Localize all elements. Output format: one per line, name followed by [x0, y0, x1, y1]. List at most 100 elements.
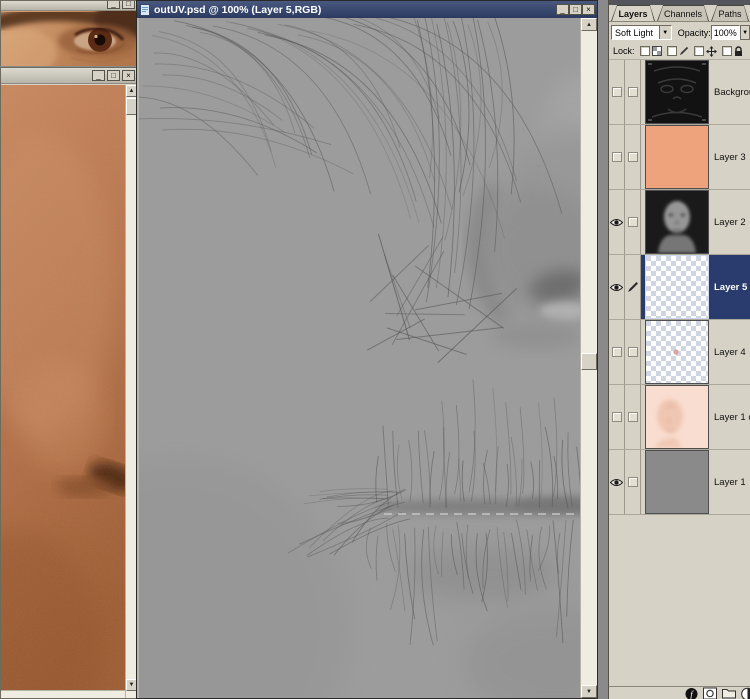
layer-style-button[interactable]: f [685, 687, 698, 699]
lock-position-checkbox[interactable] [694, 46, 704, 56]
new-adjustment-layer-button[interactable] [741, 687, 750, 699]
maximize-button[interactable]: □ [122, 1, 135, 9]
link-checkbox [628, 217, 638, 227]
layers-palette: LayersChannelsPaths Soft Light ▼ Opacity… [608, 0, 750, 699]
eye-icon [610, 283, 623, 292]
lock-all-icon [734, 46, 743, 57]
visibility-checkbox [612, 347, 622, 357]
link-paint-column[interactable] [625, 190, 641, 254]
layer-name: Layer 3 [714, 152, 746, 163]
layer-name: Layer 1 [714, 477, 746, 488]
lock-image-checkbox[interactable] [667, 46, 677, 56]
eye-icon [610, 218, 623, 227]
palette-tabs: LayersChannelsPaths [609, 5, 750, 22]
palette-bottom-bar: f [609, 686, 750, 699]
palette-empty-area [609, 515, 750, 686]
palette-controls: Soft Light ▼ Opacity: 100% ▼ [609, 22, 750, 43]
layer-thumbnail[interactable] [645, 60, 709, 124]
document-scrollbar[interactable]: ▲ ▼ [580, 18, 597, 698]
document-titlebar[interactable]: outUV.psd @ 100% (Layer 5,RGB) _ □ × [137, 1, 597, 18]
layer-row-background-c[interactable]: Background c [609, 60, 750, 125]
tab-layers[interactable]: Layers [611, 5, 655, 21]
maximize-button[interactable]: □ [107, 70, 120, 81]
link-paint-column[interactable] [625, 385, 641, 449]
document-window: outUV.psd @ 100% (Layer 5,RGB) _ □ × [136, 0, 598, 699]
close-button[interactable]: × [582, 4, 595, 15]
visibility-toggle[interactable] [609, 125, 625, 189]
scrollbar-thumb[interactable] [581, 353, 597, 370]
lock-position-icon [706, 46, 717, 57]
link-paint-column[interactable] [625, 255, 641, 319]
paintbrush-icon [627, 281, 639, 293]
layer-thumbnail[interactable] [645, 125, 709, 189]
lock-label: Lock: [613, 46, 635, 56]
lock-all-group [722, 46, 743, 57]
layer-thumbnail[interactable] [645, 255, 709, 319]
psd-file-icon [140, 4, 150, 16]
link-paint-column[interactable] [625, 125, 641, 189]
lock-row: Lock: [609, 43, 750, 60]
link-checkbox [628, 152, 638, 162]
document-canvas[interactable] [139, 18, 580, 698]
layer-thumbnail[interactable] [645, 320, 709, 384]
skin-photo [1, 85, 125, 698]
link-checkbox [628, 347, 638, 357]
link-checkbox [628, 477, 638, 487]
document-title: outUV.psd @ 100% (Layer 5,RGB) [154, 4, 556, 16]
opacity-field[interactable]: 100% [711, 25, 740, 40]
layer-row-layer-1-copy[interactable]: Layer 1 copy [609, 385, 750, 450]
layer-mask-button[interactable] [703, 687, 717, 699]
close-button[interactable]: × [122, 70, 135, 81]
layer-thumbnail[interactable] [645, 190, 709, 254]
lock-transparency-checkbox[interactable] [640, 46, 650, 56]
layer-list: Background c Layer 3 Layer 2 Layer 5 Layer 4… [609, 60, 750, 515]
layer-name: Layer 1 copy [714, 412, 750, 423]
opacity-slider-arrow-icon[interactable]: ▼ [740, 25, 750, 40]
visibility-toggle[interactable] [609, 255, 625, 319]
eye-icon [610, 478, 623, 487]
visibility-checkbox [612, 87, 622, 97]
layer-row-layer-1[interactable]: Layer 1 [609, 450, 750, 515]
layer-name: Layer 2 [714, 217, 746, 228]
lock-all-checkbox[interactable] [722, 46, 732, 56]
scroll-down-button[interactable]: ▼ [581, 685, 597, 698]
layer-row-layer-2[interactable]: Layer 2 [609, 190, 750, 255]
layer-name: Layer 5 [714, 282, 747, 293]
scroll-up-button[interactable]: ▲ [581, 18, 597, 31]
opacity-label: Opacity: [678, 28, 711, 38]
visibility-checkbox [612, 152, 622, 162]
opacity-value: 100% [712, 28, 739, 38]
visibility-toggle[interactable] [609, 190, 625, 254]
lock-transparency-group [640, 46, 662, 57]
layer-thumbnail[interactable] [645, 450, 709, 514]
visibility-checkbox [612, 412, 622, 422]
lock-transparency-icon [652, 46, 662, 56]
tab-channels[interactable]: Channels [657, 5, 709, 21]
eye-photo [1, 11, 137, 66]
layer-row-layer-4[interactable]: Layer 4 [609, 320, 750, 385]
minimize-button[interactable]: _ [556, 4, 569, 15]
visibility-toggle[interactable] [609, 450, 625, 514]
horizontal-scrollbar[interactable] [1, 690, 125, 698]
minimize-button[interactable]: _ [92, 70, 105, 81]
minimize-button[interactable]: _ [107, 1, 120, 9]
maximize-button[interactable]: □ [569, 4, 582, 15]
layer-row-layer-3[interactable]: Layer 3 [609, 125, 750, 190]
link-paint-column[interactable] [625, 60, 641, 124]
new-layer-set-button[interactable] [722, 687, 736, 699]
chevron-down-icon[interactable]: ▼ [659, 26, 671, 39]
tab-paths[interactable]: Paths [711, 5, 749, 21]
visibility-toggle[interactable] [609, 320, 625, 384]
layer-name: Layer 4 [714, 347, 746, 358]
lock-position-group [694, 46, 717, 57]
skin-window-titlebar[interactable]: _ □ × [1, 68, 137, 84]
skin-texture-window: _ □ × [0, 67, 138, 699]
eye-window-titlebar[interactable]: _ □ [1, 1, 137, 11]
visibility-toggle[interactable] [609, 385, 625, 449]
link-paint-column[interactable] [625, 320, 641, 384]
blend-mode-select[interactable]: Soft Light ▼ [611, 25, 672, 40]
visibility-toggle[interactable] [609, 60, 625, 124]
layer-thumbnail[interactable] [645, 385, 709, 449]
layer-row-layer-5[interactable]: Layer 5 [609, 255, 750, 320]
link-paint-column[interactable] [625, 450, 641, 514]
